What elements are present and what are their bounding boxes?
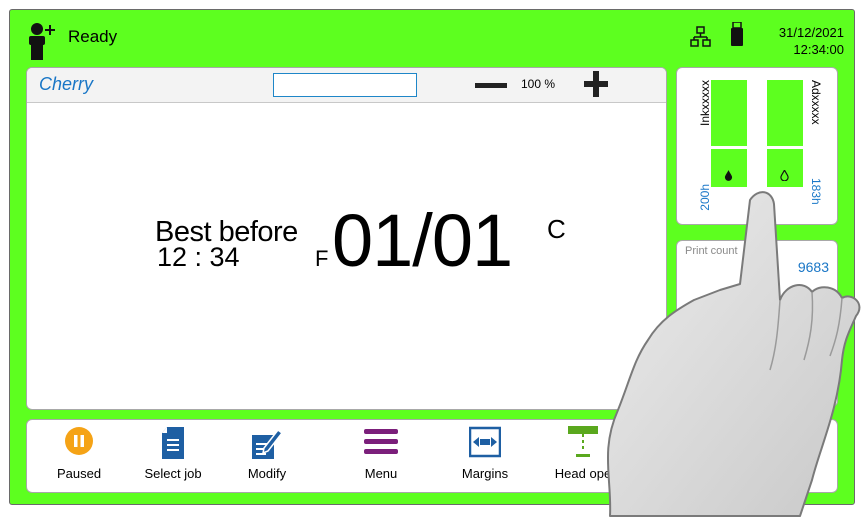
usb-drive-icon: [731, 22, 743, 46]
network-icon: [690, 26, 711, 47]
menu-button[interactable]: Menu: [341, 420, 421, 492]
menu-icon: [364, 429, 398, 454]
zoom-out-button[interactable]: [475, 75, 507, 95]
modify-label: Modify: [247, 466, 287, 481]
pointing-hand-icon: [606, 191, 861, 517]
message-field-c[interactable]: C: [547, 214, 566, 245]
document-icon: [162, 427, 184, 459]
paused-label: Paused: [56, 466, 102, 481]
paused-button[interactable]: Paused: [39, 420, 119, 492]
additive-gauge: [767, 80, 803, 192]
ink-cartridge-label: Inkxxxxx: [698, 80, 712, 127]
date-text: 31/12/2021: [778, 25, 844, 40]
job-name-field[interactable]: [273, 73, 417, 97]
additive-cartridge-label: Adxxxxx: [809, 80, 823, 125]
edit-icon: [252, 428, 284, 459]
message-editor[interactable]: Cherry 100 % Best before 12 : 34 F 01/01…: [26, 67, 667, 410]
status-text: Ready: [68, 27, 118, 46]
menu-label: Menu: [364, 466, 398, 481]
message-field-f[interactable]: F: [315, 246, 328, 272]
modify-button[interactable]: Modify: [227, 420, 307, 492]
ink-gauge: [711, 80, 747, 192]
zoom-level: 100 %: [521, 77, 556, 91]
editor-header: Cherry 100 %: [27, 68, 666, 103]
message-text-time[interactable]: 12 : 34: [157, 242, 240, 273]
pause-icon: [65, 427, 93, 455]
margins-icon: [469, 426, 501, 458]
message-text-date[interactable]: 01/01: [332, 198, 513, 283]
select-job-label: Select job: [144, 466, 202, 481]
select-job-button[interactable]: Select job: [133, 420, 213, 492]
time-text: 12:34:00: [793, 42, 844, 57]
zoom-in-button[interactable]: [584, 71, 608, 97]
user-add-icon[interactable]: [25, 21, 65, 61]
job-name: Cherry: [39, 74, 94, 94]
datetime: 31/12/2021 12:34:00: [760, 24, 844, 58]
margins-label: Margins: [461, 466, 509, 481]
margins-button[interactable]: Margins: [445, 420, 525, 492]
